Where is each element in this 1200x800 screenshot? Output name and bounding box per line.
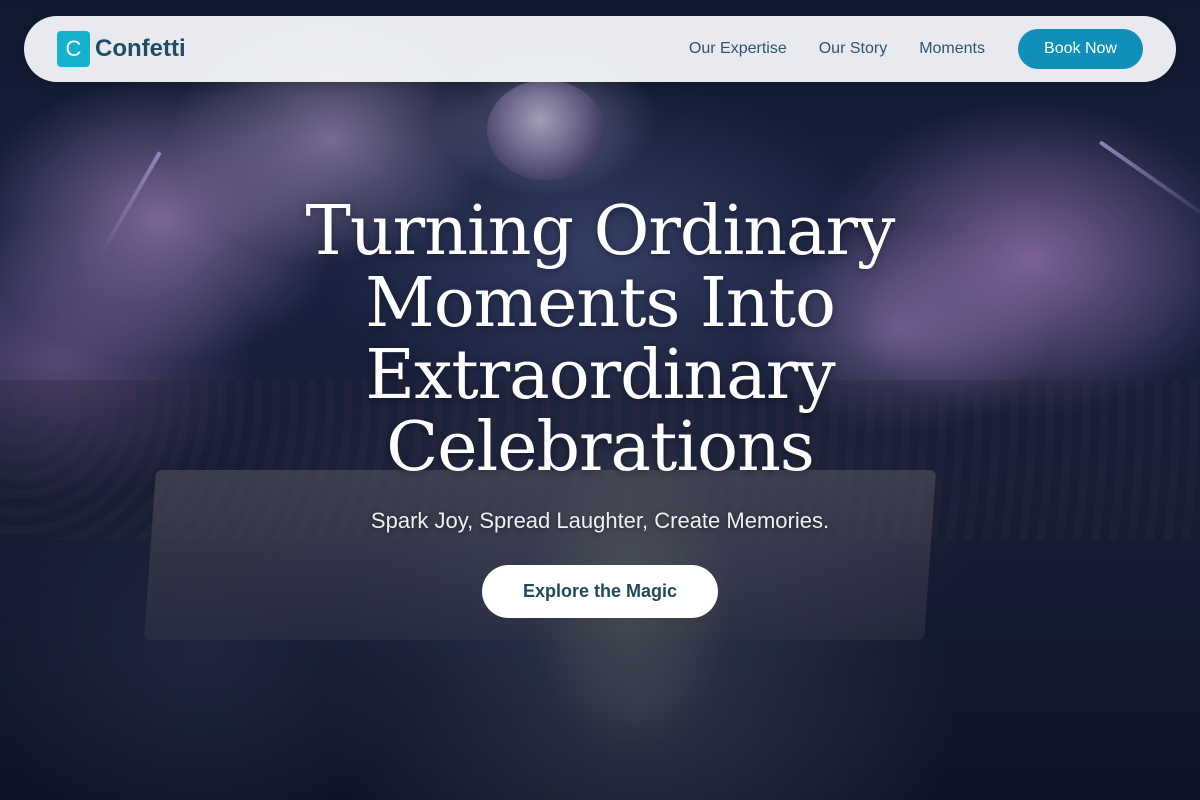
nav-link-moments[interactable]: Moments <box>919 40 985 58</box>
nav-links: Our Expertise Our Story Moments Book Now <box>689 29 1143 69</box>
top-navbar: C Confetti Our Expertise Our Story Momen… <box>24 16 1176 82</box>
book-now-button[interactable]: Book Now <box>1018 29 1143 69</box>
brand-logo-icon[interactable]: C <box>57 31 90 67</box>
nav-link-our-story[interactable]: Our Story <box>819 40 887 58</box>
brand[interactable]: C Confetti <box>57 31 186 67</box>
nav-link-our-expertise[interactable]: Our Expertise <box>689 40 787 58</box>
hero-subtitle: Spark Joy, Spread Laughter, Create Memor… <box>370 508 830 533</box>
hero-title: Turning Ordinary Moments Into Extraordin… <box>305 192 896 487</box>
explore-the-magic-button[interactable]: Explore the Magic <box>482 565 718 618</box>
brand-name[interactable]: Confetti <box>95 35 186 63</box>
